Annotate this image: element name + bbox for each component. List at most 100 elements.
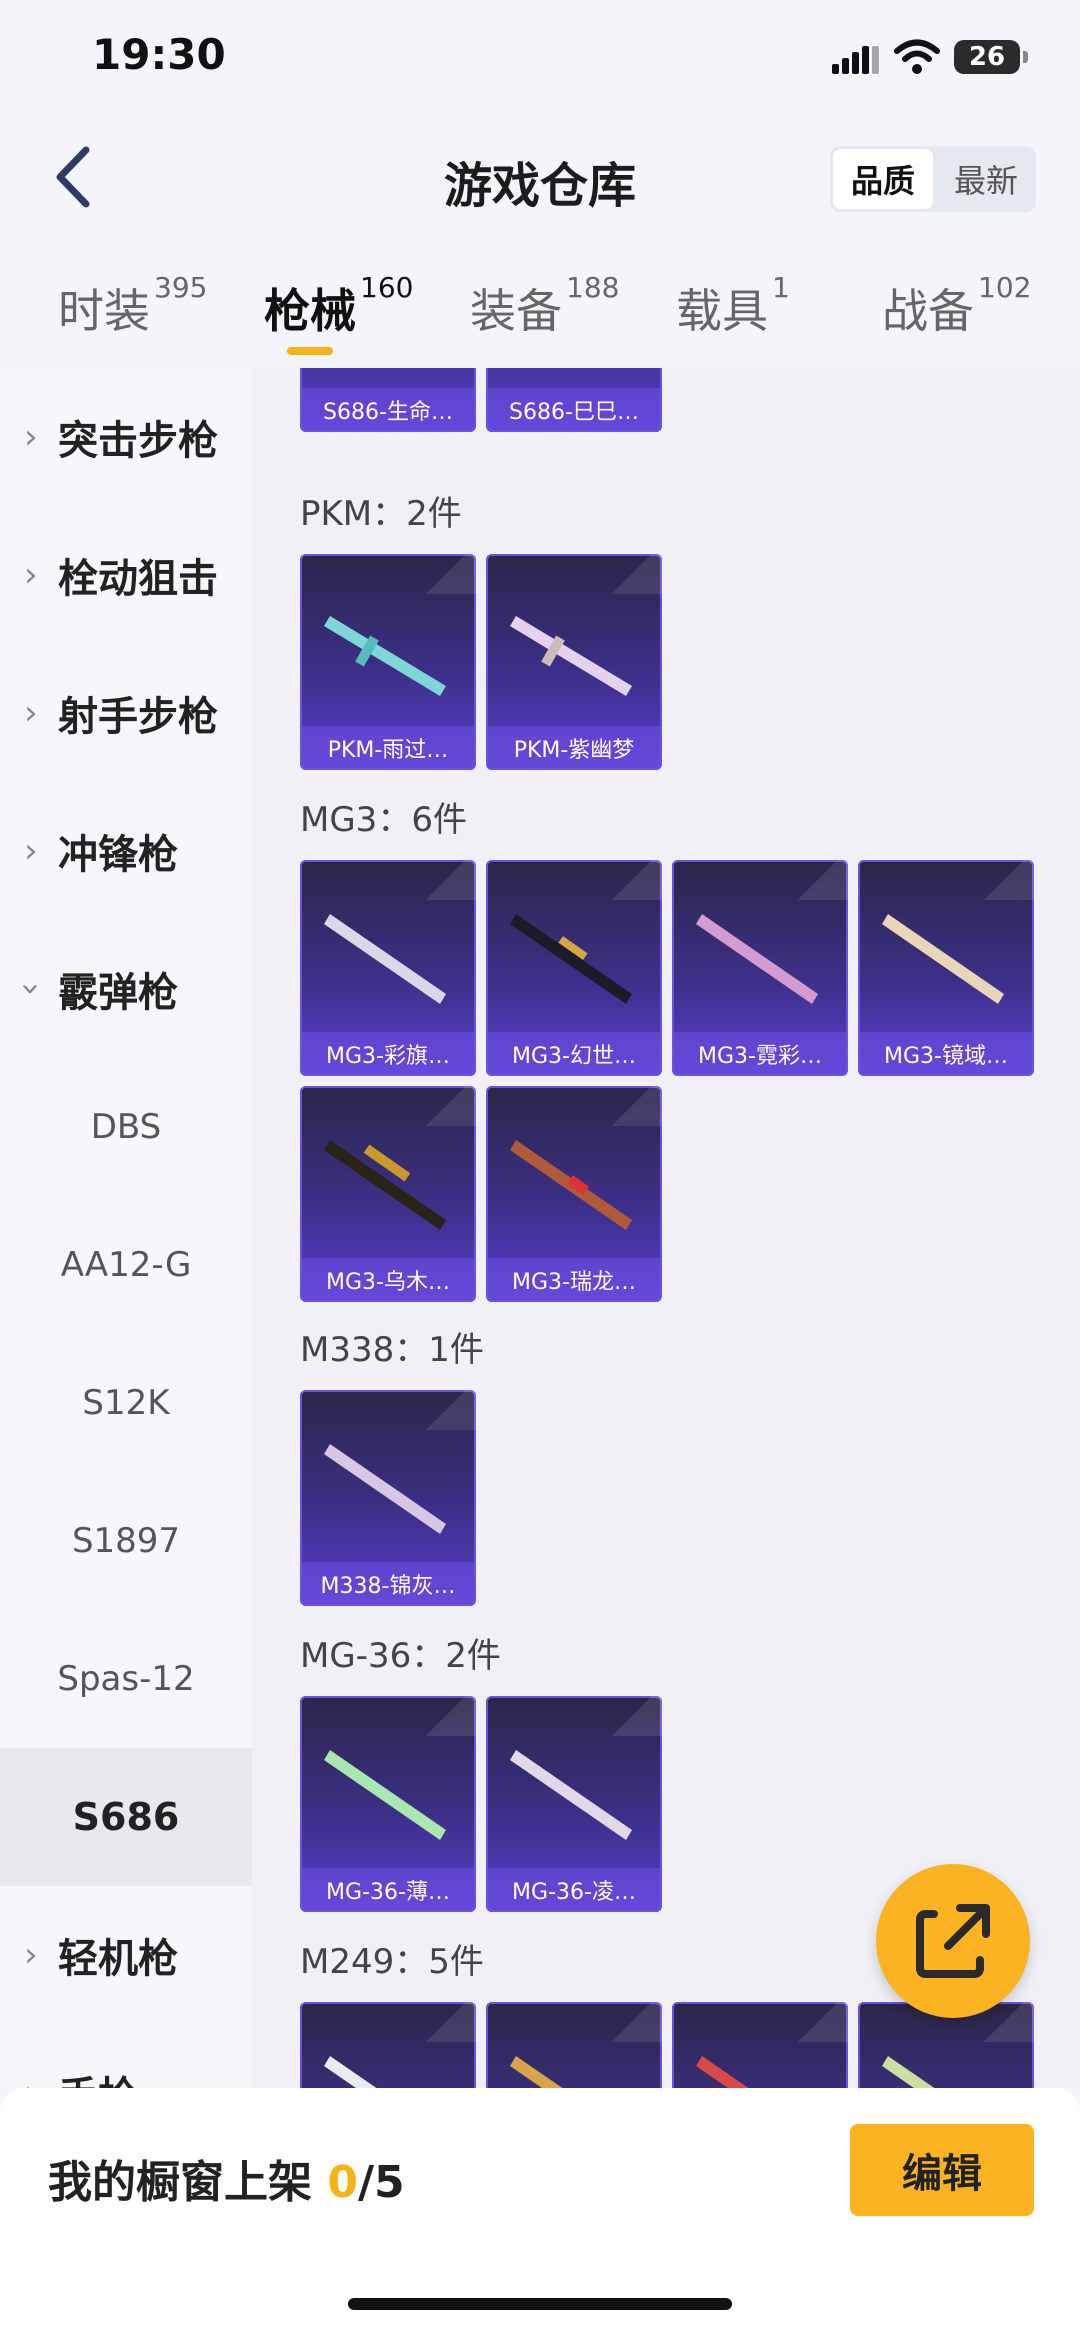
edit-button[interactable]: 编辑 [850,2124,1034,2216]
skin-card[interactable]: MG3-彩旗… [300,860,476,1076]
signal-icon [832,44,880,74]
skin-card[interactable]: M338-锦灰… [300,1390,476,1606]
sort-quality-button[interactable]: 品质 [833,149,933,209]
sidebar-item-label: S1897 [71,1521,181,1561]
skin-card[interactable]: MG-36-凌… [486,1696,662,1912]
shotgun-skin-icon [322,368,454,370]
group-title: MG3：6件 [300,800,467,840]
mg3-skin-icon [882,914,1004,1004]
sidebar-item-label: Spas-12 [57,1659,195,1699]
showcase-status: 我的橱窗上架 0/5 [48,2146,405,2210]
skin-name: MG3-彩旗… [300,1032,476,1076]
skin-card[interactable]: MG3-瑞龙… [486,1086,662,1302]
sidebar-item-dmr[interactable]: › 射手步枪 [0,644,252,782]
tab-firearms[interactable]: 枪械 160 [264,271,413,341]
group-title: M338：1件 [300,1330,484,1370]
skin-name: S686-生命… [300,388,476,432]
sidebar-subitem-spas12[interactable]: Spas-12 [0,1610,252,1748]
skin-card[interactable] [672,2002,848,2088]
weapon-skin-list[interactable]: S686-生命… S686-巳巳… PKM：2件 PKM-雨过… PKM-紫幽梦… [252,368,1080,2088]
mg3-skin-icon [324,914,446,1004]
tab-count: 160 [360,271,414,304]
mg36-skin-icon [324,1750,446,1840]
skin-name: MG3-幻世… [486,1032,662,1076]
tab-label: 时装 [58,284,150,338]
m249-skin-icon [882,2056,935,2088]
group-title: PKM：2件 [300,494,462,534]
sidebar-item-assault-rifles[interactable]: › 突击步枪 [0,368,252,506]
wifi-icon [894,39,940,74]
chevron-right-icon: › [24,2073,38,2088]
sidebar-item-label: 冲锋枪 [58,832,178,878]
m249-skin-icon [510,2056,563,2088]
skin-card[interactable]: MG3-霓彩… [672,860,848,1076]
skin-card[interactable]: PKM-紫幽梦 [486,554,662,770]
chevron-down-icon: › [10,982,51,996]
mg3-skin-icon [510,914,632,1004]
home-indicator[interactable] [348,2298,732,2310]
sidebar-item-label: 栓动狙击 [58,556,218,602]
skin-card[interactable]: MG-36-薄… [300,1696,476,1912]
sidebar-item-shotguns[interactable]: › 霰弹枪 [0,920,252,1058]
showcase-count: 0 [327,2157,358,2208]
sidebar-subitem-s1897[interactable]: S1897 [0,1472,252,1610]
tab-count: 188 [566,271,620,304]
skin-card[interactable]: MG3-镜域… [858,860,1034,1076]
skin-card[interactable]: S686-巳巳… [486,368,662,432]
skin-card[interactable]: S686-生命… [300,368,476,432]
sidebar-item-label: 射手步枪 [58,694,218,740]
sidebar-item-label: 霰弹枪 [58,970,178,1016]
shotgun-skin-icon [508,368,640,370]
group-title: M249：5件 [300,1942,484,1982]
skin-name: S686-巳巳… [486,388,662,432]
active-tab-indicator [287,347,333,355]
m338-skin-icon [324,1444,446,1534]
chevron-right-icon: › [24,693,38,733]
skin-name: PKM-雨过… [300,726,476,770]
sidebar-item-label: 突击步枪 [58,418,218,464]
skin-name: MG-36-凌… [486,1868,662,1912]
battery-icon: 26 [954,40,1028,74]
share-icon [916,1904,990,1978]
skin-card[interactable] [486,2002,662,2088]
skin-name: MG-36-薄… [300,1868,476,1912]
tab-count: 102 [978,271,1032,304]
skin-card[interactable]: PKM-雨过… [300,554,476,770]
skin-name: MG3-瑞龙… [486,1258,662,1302]
sidebar-item-label: S686 [72,1795,180,1839]
share-button[interactable] [876,1864,1030,2018]
skin-name: PKM-紫幽梦 [486,726,662,770]
mg3-skin-icon [696,914,818,1004]
sidebar-item-label: DBS [90,1107,162,1147]
sidebar-subitem-s686[interactable]: S686 [0,1748,252,1886]
m249-skin-icon [696,2056,749,2088]
sort-newest-button[interactable]: 最新 [936,146,1036,212]
skin-card[interactable]: MG3-乌木… [300,1086,476,1302]
group-title: MG-36：2件 [300,1636,501,1676]
sidebar-item-label: 手枪 [58,2064,138,2088]
tab-supplies[interactable]: 战备 102 [882,271,1031,341]
showcase-total: /5 [357,2157,405,2208]
skin-card[interactable] [300,2002,476,2088]
sidebar-item-smg[interactable]: › 冲锋枪 [0,782,252,920]
showcase-label: 我的橱窗上架 [48,2157,312,2208]
chevron-right-icon: › [24,555,38,595]
sidebar-subitem-s12k[interactable]: S12K [0,1334,252,1472]
tab-vehicles[interactable]: 载具 1 [676,271,790,341]
tab-equipment[interactable]: 装备 188 [470,271,619,341]
skin-name: MG3-霓彩… [672,1032,848,1076]
skin-card[interactable]: MG3-幻世… [486,860,662,1076]
sidebar-item-bolt-action[interactable]: › 栓动狙击 [0,506,252,644]
chevron-right-icon: › [24,1935,38,1975]
tab-costume[interactable]: 时装 395 [58,271,207,341]
skin-name: MG3-镜域… [858,1032,1034,1076]
tab-label: 枪械 [264,284,356,338]
sidebar-item-lmg[interactable]: › 轻机枪 [0,1886,252,2024]
category-tabs: 时装 395 枪械 160 装备 188 载具 1 战备 102 [0,255,1080,365]
status-bar: 19:30 26 [0,0,1080,120]
sidebar-subitem-dbs[interactable]: DBS [0,1058,252,1196]
pkm-skin-icon [324,616,446,696]
sidebar-subitem-aa12g[interactable]: AA12-G [0,1196,252,1334]
sort-toggle[interactable]: 品质 最新 [830,146,1036,212]
sidebar-item-pistols[interactable]: › 手枪 [0,2024,252,2088]
